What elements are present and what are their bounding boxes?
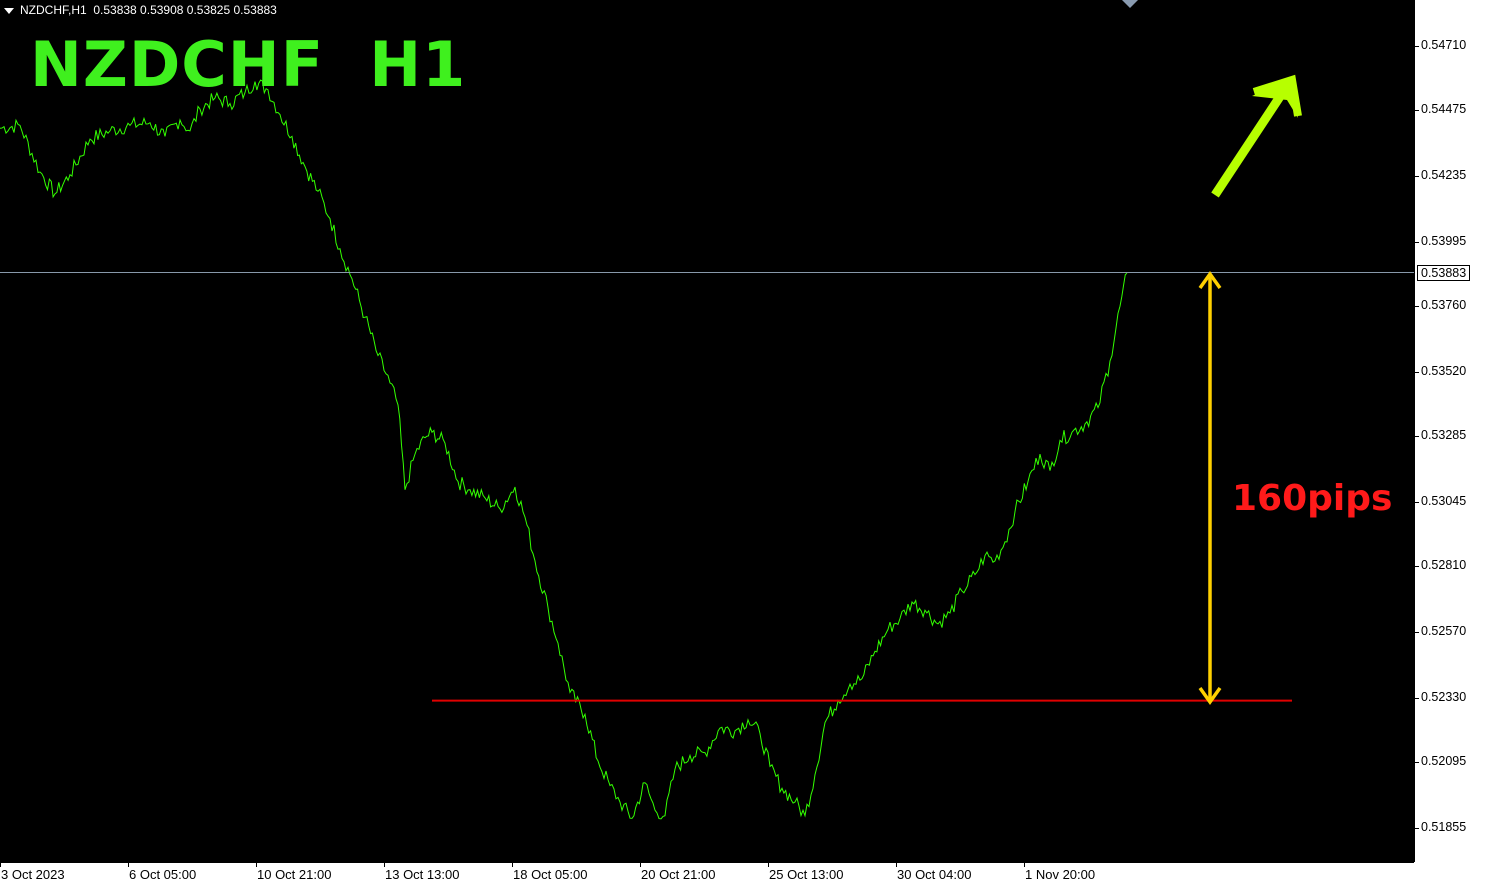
price-tick-label: 0.53760 <box>1421 298 1467 313</box>
symbol-label: NZDCHF,H1 <box>20 3 87 17</box>
price-tick-mark <box>1415 828 1419 829</box>
price-tick-label: 0.52570 <box>1421 624 1467 639</box>
price-tick-mark <box>1415 566 1419 568</box>
time-tick-label: 20 Oct 21:00 <box>641 867 716 882</box>
price-tick-mark <box>1415 762 1419 764</box>
price-tick-label: 0.52330 <box>1421 689 1467 704</box>
time-tick-label: 3 Oct 2023 <box>1 867 65 882</box>
price-tick-label: 0.52810 <box>1421 558 1467 573</box>
price-tick-label: 0.51855 <box>1421 820 1467 834</box>
price-tick-label: 0.53045 <box>1421 494 1467 509</box>
chart-title: NZDCHF H1 <box>30 28 467 101</box>
pips-label: 160pips <box>1232 478 1393 519</box>
price-tick-mark <box>1415 436 1419 438</box>
price-tick-label: 0.53995 <box>1421 233 1467 248</box>
price-tick-mark <box>1415 697 1419 699</box>
price-tick-label: 0.54235 <box>1421 168 1467 183</box>
price-tick-label: 0.53520 <box>1421 363 1467 378</box>
price-tick-mark <box>1415 502 1419 504</box>
price-tick-label: 0.52095 <box>1421 754 1467 769</box>
measure-arrow[interactable] <box>1198 270 1222 706</box>
chart-header: NZDCHF,H1 0.53838 0.53908 0.53825 0.5388… <box>4 3 277 17</box>
time-tick-label: 13 Oct 13:00 <box>385 867 460 882</box>
price-tick-mark <box>1415 110 1419 112</box>
up-arrow-shaft <box>1211 89 1287 198</box>
price-chart[interactable] <box>0 0 1414 862</box>
price-axis[interactable]: 0.54710 0.54475 0.54235 0.53995 0.53760 0.535… <box>1414 0 1498 862</box>
current-price-label: 0.53883 <box>1417 264 1471 281</box>
time-tick-label: 1 Nov 20:00 <box>1025 867 1096 882</box>
scroll-marker-icon[interactable] <box>1122 0 1138 8</box>
price-tick-mark <box>1415 241 1419 243</box>
price-tick-mark <box>1415 176 1419 178</box>
time-tick-label: 18 Oct 05:00 <box>513 867 588 882</box>
ohlc-values: 0.53838 0.53908 0.53825 0.53883 <box>93 3 277 17</box>
price-tick-label: 0.53285 <box>1421 428 1467 443</box>
time-tick-label: 6 Oct 05:00 <box>129 867 197 882</box>
price-tick-mark <box>1415 371 1419 373</box>
price-tick-mark <box>1415 306 1419 308</box>
price-tick-mark <box>1415 632 1419 634</box>
trend-up-arrow-icon[interactable] <box>1211 74 1302 198</box>
time-tick-label: 25 Oct 13:00 <box>769 867 844 882</box>
price-tick-label: 0.54710 <box>1421 38 1467 52</box>
price-tick-label: 0.54475 <box>1421 102 1467 117</box>
chart-area[interactable]: NZDCHF,H1 0.53838 0.53908 0.53825 0.5388… <box>0 0 1414 862</box>
price-line <box>0 79 1128 820</box>
price-tick-mark <box>1415 46 1419 47</box>
time-axis[interactable]: 3 Oct 2023 6 Oct 05:00 10 Oct 21:00 13 Oct … <box>0 862 1414 888</box>
time-tick-label: 30 Oct 04:00 <box>897 867 972 882</box>
time-tick-label: 10 Oct 21:00 <box>257 867 332 882</box>
dropdown-triangle-icon[interactable] <box>4 7 14 14</box>
